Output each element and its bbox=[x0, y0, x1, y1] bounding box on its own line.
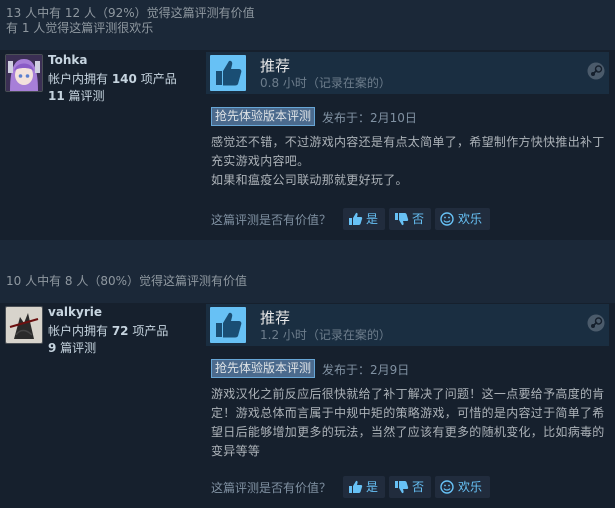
vote-yes-button[interactable]: 是 bbox=[343, 208, 385, 230]
review-card-2: 10 人中有 8 人（80%）觉得这篇评测有价值 valkyrie 帐户内拥有 … bbox=[0, 268, 615, 508]
vote-funny-label: 欢乐 bbox=[458, 212, 483, 226]
thumbs-up-icon bbox=[210, 307, 246, 343]
vote-no-button[interactable]: 否 bbox=[389, 208, 431, 230]
funny-summary-text: 有 1 人觉得这篇评测很欢乐 bbox=[6, 21, 154, 35]
ink-sketch-avatar-icon bbox=[6, 307, 42, 343]
playtime-hours: 1.2 小时（记录在案的） bbox=[260, 328, 391, 342]
author-name[interactable]: valkyrie bbox=[48, 305, 102, 319]
vote-yes-button[interactable]: 是 bbox=[343, 476, 385, 498]
vote-question: 这篇评测是否有价值？ bbox=[211, 481, 332, 495]
review-text: 游戏汉化之前反应后很快就给了补丁解决了问题！这一点要给予高度的肯定！游戏总体而言… bbox=[211, 385, 609, 461]
vote-question: 这篇评测是否有价值？ bbox=[211, 213, 332, 227]
early-access-tag: 抢先体验版本评测 bbox=[211, 359, 316, 378]
thumbs-up-icon bbox=[210, 55, 246, 91]
smiley-icon bbox=[440, 212, 454, 226]
avatar[interactable] bbox=[5, 54, 43, 92]
review-card-1: 13 人中有 12 人（92%）觉得这篇评测有价值 有 1 人觉得这篇评测很欢乐… bbox=[0, 0, 615, 240]
helpful-summary-text: 10 人中有 8 人（80%）觉得这篇评测有价值 bbox=[6, 274, 248, 288]
vote-yes-label: 是 bbox=[366, 212, 379, 226]
smiley-icon bbox=[440, 480, 454, 494]
recommendation-bar[interactable]: 推荐 0.8 小时（记录在案的） bbox=[206, 52, 609, 94]
helpful-summary: 13 人中有 12 人（92%）觉得这篇评测有价值 有 1 人觉得这篇评测很欢乐 bbox=[0, 0, 615, 50]
recommendation-label: 推荐 bbox=[260, 309, 291, 327]
vote-funny-button[interactable]: 欢乐 bbox=[435, 476, 490, 498]
author-products[interactable]: 帐户内拥有 72 项产品 bbox=[48, 322, 168, 339]
posted-date: 发布于：2月10日 bbox=[322, 111, 417, 125]
steam-logo-icon bbox=[587, 62, 605, 80]
recommendation-label: 推荐 bbox=[260, 57, 291, 75]
thumbs-down-icon bbox=[395, 213, 409, 226]
thumbs-up-icon bbox=[349, 212, 363, 225]
vote-yes-label: 是 bbox=[366, 480, 379, 494]
review-paragraph: 如果和瘟疫公司联动那就更好玩了。 bbox=[211, 173, 408, 187]
author-reviews[interactable]: 9 篇评测 bbox=[48, 339, 96, 356]
vote-funny-label: 欢乐 bbox=[458, 480, 483, 494]
review-divider bbox=[0, 240, 615, 268]
anime-avatar-icon bbox=[6, 55, 42, 91]
steam-logo-icon bbox=[587, 314, 605, 332]
vote-funny-button[interactable]: 欢乐 bbox=[435, 208, 490, 230]
early-access-tag: 抢先体验版本评测 bbox=[211, 107, 316, 126]
author-reviews[interactable]: 11 篇评测 bbox=[48, 87, 105, 104]
vote-no-label: 否 bbox=[412, 212, 425, 226]
vote-no-button[interactable]: 否 bbox=[389, 476, 431, 498]
author-name[interactable]: Tohka bbox=[48, 53, 87, 67]
author-products[interactable]: 帐户内拥有 140 项产品 bbox=[48, 70, 177, 87]
vote-row: 这篇评测是否有价值？ 是 否 欢乐 bbox=[211, 476, 615, 498]
posted-date: 发布于：2月9日 bbox=[322, 363, 410, 377]
review-text: 感觉还不错，不过游戏内容还是有点太简单了，希望制作方快快推出补丁充实游戏内容吧。… bbox=[211, 133, 609, 190]
thumbs-down-icon bbox=[395, 481, 409, 494]
review-paragraph: 感觉还不错，不过游戏内容还是有点太简单了，希望制作方快快推出补丁充实游戏内容吧。 bbox=[211, 135, 605, 168]
helpful-summary: 10 人中有 8 人（80%）觉得这篇评测有价值 bbox=[0, 268, 615, 303]
playtime-hours: 0.8 小时（记录在案的） bbox=[260, 76, 391, 90]
recommendation-bar[interactable]: 推荐 1.2 小时（记录在案的） bbox=[206, 304, 609, 346]
review-paragraph: 游戏汉化之前反应后很快就给了补丁解决了问题！这一点要给予高度的肯定！游戏总体而言… bbox=[211, 387, 605, 458]
vote-row: 这篇评测是否有价值？ 是 否 欢乐 bbox=[211, 208, 615, 230]
avatar[interactable] bbox=[5, 306, 43, 344]
vote-no-label: 否 bbox=[412, 480, 425, 494]
helpful-summary-text: 13 人中有 12 人（92%）觉得这篇评测有价值 bbox=[6, 6, 255, 20]
thumbs-up-icon bbox=[349, 480, 363, 493]
